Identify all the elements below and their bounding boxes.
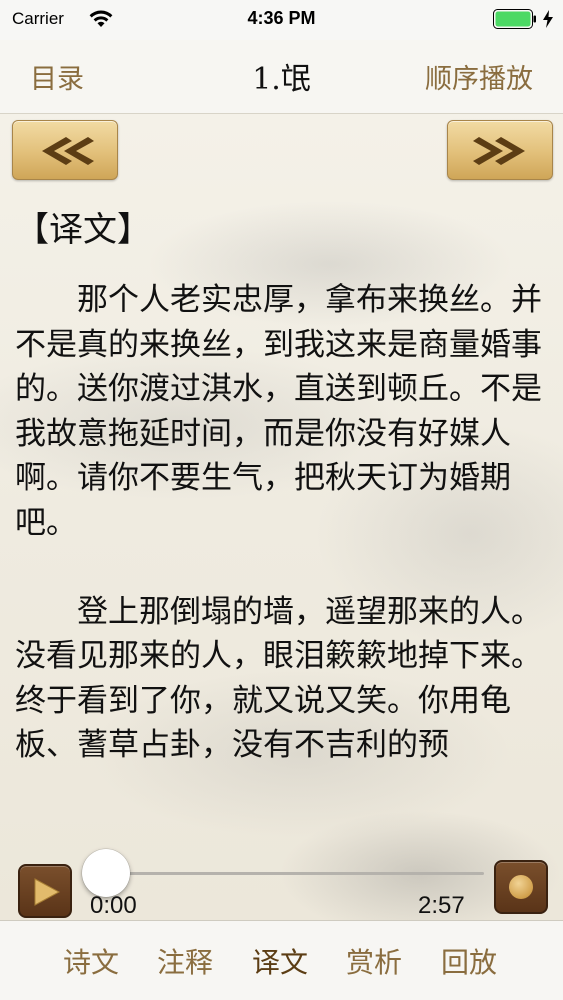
tab-replay[interactable]: 回放 bbox=[441, 941, 497, 981]
previous-poem-button[interactable] bbox=[12, 120, 118, 180]
reading-area: 【译文】 那个人老实忠厚，拿布来换丝。并不是真的来换丝，到我这来是商量婚事的。送… bbox=[0, 114, 563, 920]
play-icon bbox=[34, 878, 61, 906]
nav-bar: 目录 1.氓 顺序播放 bbox=[0, 40, 563, 114]
play-button[interactable] bbox=[18, 864, 72, 918]
progress-slider-thumb[interactable] bbox=[82, 849, 130, 897]
play-order-button[interactable]: 顺序播放 bbox=[425, 57, 533, 96]
next-poem-button[interactable] bbox=[447, 120, 553, 180]
total-time: 2:57 bbox=[418, 892, 465, 919]
stop-icon bbox=[509, 875, 533, 899]
tab-translation[interactable]: 译文 bbox=[252, 941, 308, 981]
current-time: 0:00 bbox=[90, 892, 137, 919]
section-heading: 【译文】 bbox=[15, 210, 151, 250]
double-chevron-right-icon bbox=[473, 137, 525, 165]
double-chevron-left-icon bbox=[42, 137, 94, 165]
paragraph: 登上那倒塌的墙，遥望那来的人。没看见那来的人，眼泪簌簌地掉下来。终于看到了你，就… bbox=[15, 593, 542, 764]
tab-appreciation[interactable]: 赏析 bbox=[346, 941, 402, 981]
battery-icon bbox=[493, 9, 536, 29]
paragraph: 那个人老实忠厚，拿布来换丝。并不是真的来换丝，到我这来是商量婚事的。送你渡过淇水… bbox=[15, 282, 542, 541]
status-time: 4:36 PM bbox=[247, 8, 316, 28]
tab-bar: 诗文 注释 译文 赏析 回放 bbox=[0, 920, 563, 1000]
status-bar: Carrier 4:36 PM bbox=[0, 0, 563, 40]
tab-poem[interactable]: 诗文 bbox=[63, 941, 119, 981]
charge-icon bbox=[543, 10, 553, 28]
translation-text[interactable]: 那个人老实忠厚，拿布来换丝。并不是真的来换丝，到我这来是商量婚事的。送你渡过淇水… bbox=[15, 278, 551, 850]
progress-track[interactable] bbox=[106, 872, 484, 875]
tab-notes[interactable]: 注释 bbox=[157, 941, 213, 981]
stop-button[interactable] bbox=[494, 860, 548, 914]
